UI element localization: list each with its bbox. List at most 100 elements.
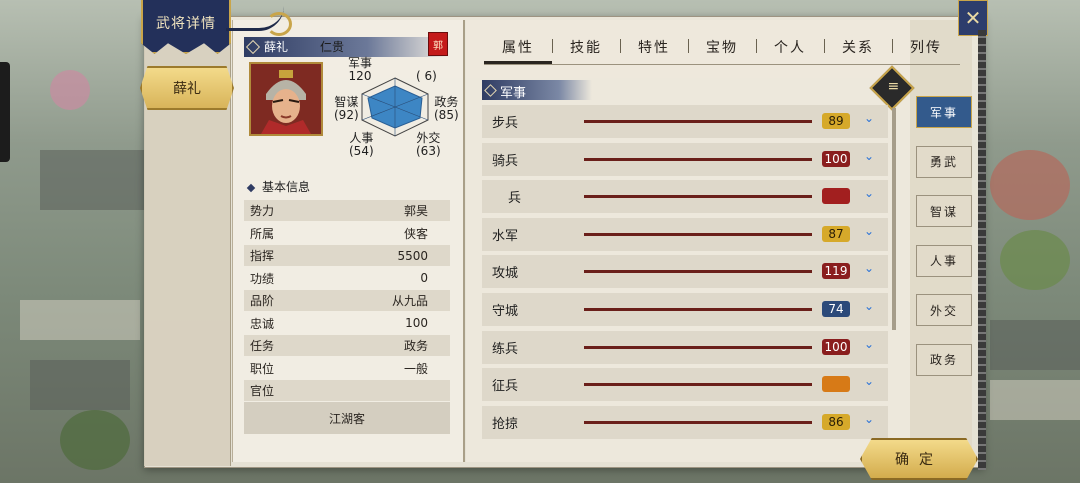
diamond-icon [484, 84, 497, 97]
info-row-label: 职位 [250, 361, 275, 376]
skill-value-badge: 87 [822, 225, 850, 242]
side-handle[interactable] [0, 62, 10, 162]
skill-value-badge: 74 [822, 301, 850, 317]
skill-value-badge: 86 [822, 413, 850, 430]
chevron-down-icon[interactable]: ⌄ [864, 186, 874, 200]
chevron-down-icon[interactable]: ⌄ [864, 337, 874, 351]
info-row: 品阶 从九品 [244, 290, 450, 311]
stat-strategy-value: (92) [334, 108, 359, 122]
info-row-value: 从九品 [391, 294, 428, 308]
info-row-value: 100 [405, 316, 428, 330]
info-row-label: 势力 [250, 204, 275, 218]
tab-biography[interactable]: 列传 [892, 37, 960, 57]
skill-value-badge [822, 376, 850, 393]
chevron-down-icon[interactable]: ⌄ [864, 261, 874, 275]
skill-value-badge: 89 [822, 113, 850, 129]
skill-bar [584, 120, 812, 123]
skill-row[interactable]: 抢掠 86 ⌄ [482, 405, 888, 439]
skill-bar [584, 420, 812, 424]
diamond-icon [246, 183, 256, 192]
skill-value-badge: 119 [822, 263, 850, 280]
skill-value-badge [822, 188, 850, 205]
basic-info-heading: 基本信息 [246, 178, 311, 195]
side-tab[interactable]: 军事 [916, 96, 972, 128]
section-header: 军事 [482, 80, 592, 101]
skill-row[interactable]: 征兵 ⌄ [482, 368, 888, 402]
skill-row[interactable]: 兵 ⌄ [482, 180, 888, 214]
side-tab[interactable]: 智谋 [916, 195, 972, 227]
confirm-button[interactable]: 确定 [860, 438, 978, 480]
info-row-label: 功绩 [250, 271, 275, 286]
tab-traits[interactable]: 特性 [620, 37, 688, 57]
skill-name: 练兵 [492, 341, 519, 357]
skill-name: 水军 [492, 228, 519, 244]
info-row-value: 政务 [403, 339, 428, 353]
info-row-label: 官位 [250, 384, 275, 398]
chevron-down-icon[interactable]: ⌄ [864, 299, 874, 313]
skill-bar [584, 308, 812, 311]
info-row: 所属 侠客 [244, 223, 450, 244]
chevron-down-icon[interactable]: ⌄ [864, 111, 874, 125]
info-row: 指挥 5500 [244, 245, 450, 266]
chevron-down-icon[interactable]: ⌄ [864, 374, 874, 388]
info-row-label: 品阶 [250, 294, 275, 308]
side-tab-column [910, 20, 972, 462]
list-icon: ≡ [887, 78, 900, 95]
title-value: 江湖客 [244, 402, 450, 434]
chain-decoration [978, 30, 986, 470]
info-row: 功绩 0 [244, 268, 450, 289]
side-tab[interactable]: 勇武 [916, 145, 972, 178]
chevron-down-icon[interactable]: ⌄ [864, 149, 874, 163]
tab-treasures[interactable]: 宝物 [688, 37, 756, 57]
skill-bar [584, 383, 812, 387]
skill-row[interactable]: 水军 87 ⌄ [482, 217, 888, 251]
skill-row[interactable]: 攻城 119 ⌄ [482, 255, 888, 289]
skill-row[interactable]: 步兵 89 ⌄ [482, 105, 888, 138]
tab-skills[interactable]: 技能 [552, 37, 620, 57]
skill-bar [584, 195, 812, 199]
tab-relations[interactable]: 关系 [824, 37, 892, 57]
faction-seal: 郭 [428, 32, 448, 56]
side-tab[interactable]: 人事 [916, 244, 972, 277]
info-row-value: 侠客 [403, 226, 428, 241]
info-row-value: 一般 [403, 361, 428, 376]
skill-bar [584, 157, 812, 161]
skill-name: 守城 [492, 304, 519, 319]
basic-info-heading-text: 基本信息 [262, 180, 311, 194]
window-title: 武将详情 [156, 16, 216, 32]
close-x-icon: ✕ [964, 6, 982, 30]
general-courtesy-name: 仁贵 [320, 40, 345, 54]
tab-attributes[interactable]: 属性 [484, 37, 552, 64]
scrollbar[interactable] [892, 108, 896, 330]
skill-name: 攻城 [492, 266, 519, 282]
skill-name: 兵 [508, 191, 522, 207]
skill-row[interactable]: 骑兵 100 ⌄ [482, 142, 888, 176]
skill-name: 征兵 [492, 379, 519, 395]
skill-row[interactable]: 守城 74 ⌄ [482, 293, 888, 326]
chevron-down-icon[interactable]: ⌄ [864, 412, 874, 426]
stat-politics: 政务 (85) [434, 96, 459, 122]
info-row: 忠诚 100 [244, 313, 450, 334]
info-row: 势力 郭昊 [244, 200, 450, 221]
chevron-down-icon[interactable]: ⌄ [864, 224, 874, 238]
stat-diplomacy-value: (63) [416, 144, 441, 158]
general-name-plate[interactable]: 薛礼 [140, 66, 234, 110]
skill-bar [584, 270, 812, 274]
skill-row[interactable]: 练兵 100 ⌄ [482, 330, 888, 364]
window-title-banner: 武将详情 [141, 0, 231, 54]
skill-name: 步兵 [492, 116, 519, 131]
general-name-plate-label: 薛礼 [173, 81, 201, 97]
info-row-label: 任务 [250, 339, 275, 353]
tab-personal[interactable]: 个人 [756, 37, 824, 57]
skill-name: 骑兵 [492, 153, 519, 169]
side-tab[interactable]: 外交 [916, 294, 972, 326]
side-tab[interactable]: 政务 [916, 343, 972, 376]
stat-personnel-value: (54) [349, 144, 374, 158]
info-row-value: 0 [420, 271, 428, 285]
diamond-icon [245, 39, 261, 55]
stat-strategy: 智谋 (92) [334, 96, 359, 122]
info-row-label: 指挥 [250, 249, 275, 263]
info-row-value: 郭昊 [403, 204, 428, 218]
banner-ornament [266, 12, 292, 36]
general-portrait [249, 62, 323, 136]
